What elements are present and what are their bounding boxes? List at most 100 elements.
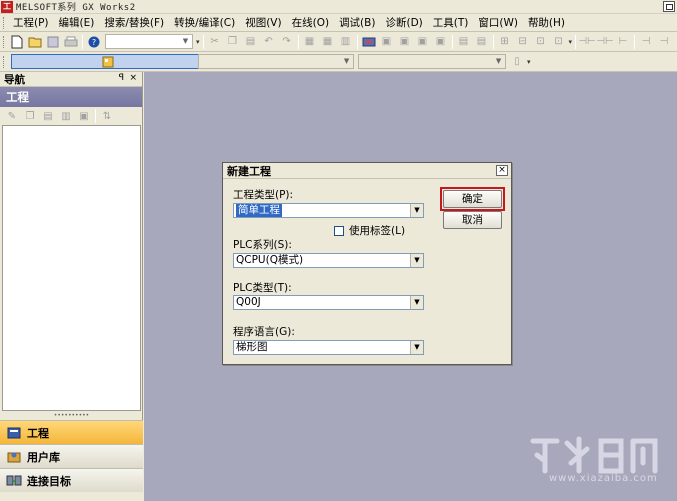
ladder-grid-icon[interactable]: ▦ (302, 34, 318, 50)
project-icon (6, 425, 22, 441)
toolbar-grip[interactable] (3, 55, 6, 68)
user-library-icon (6, 449, 22, 465)
standard-toolbar: ? ▼ ▾ ✂ ❐ ▤ ↶ ↷ ▦ ▦ ▥ ▣ ▣ ▣ ▣ ▤ ▤ ⊞ ⊟ ⊡ … (0, 32, 677, 52)
read-from-plc-icon[interactable]: ▣ (379, 34, 395, 50)
plc-type-select[interactable]: Q00J ▼ (233, 295, 424, 310)
menu-online[interactable]: 在线(O) (287, 14, 334, 32)
toolbar-combo-box[interactable]: ▼ (105, 34, 193, 49)
write-to-plc-icon[interactable] (361, 34, 377, 50)
navigation-section-title: 工程 (0, 87, 142, 107)
cancel-button[interactable]: 取消 (443, 211, 502, 229)
toolbar-separator (202, 34, 204, 49)
chevron-down-icon[interactable]: ▼ (410, 254, 423, 267)
ok-button[interactable]: 确定 (443, 190, 502, 208)
ladder-line-icon[interactable]: ▥ (338, 34, 354, 50)
menu-diagnostics[interactable]: 诊断(D) (380, 14, 427, 32)
nav-tab-label: 连接目标 (27, 474, 71, 488)
device-batch-icon[interactable]: ▤ (474, 34, 490, 50)
monitor-stop-icon[interactable]: ▣ (433, 34, 449, 50)
statement-icon[interactable]: ⊡ (551, 34, 567, 50)
navigation-pane: 导航 ꟼ × 工程 ✎ ❐ ▤ ▥ ▣ ⇅ •••••••••• 工程 用户库 … (0, 72, 143, 501)
print-icon[interactable] (63, 34, 79, 50)
nav-tab-label: 工程 (27, 426, 49, 440)
delete-data-icon[interactable]: ▥ (58, 108, 74, 124)
copy-data-icon[interactable]: ❐ (22, 108, 38, 124)
menu-project[interactable]: 工程(P) (8, 14, 54, 32)
program-language-select[interactable]: 梯形图 ▼ (233, 340, 424, 355)
toolbar-overflow-icon[interactable]: ▾ (527, 58, 531, 66)
nav-tab-project[interactable]: 工程 (0, 420, 143, 444)
toolbar-overflow-icon[interactable]: ▾ (569, 38, 573, 46)
function-alt-icon[interactable]: ⊣ (656, 34, 672, 50)
toolbar-overflow-icon[interactable]: ▾ (196, 38, 200, 46)
contact-parallel-icon[interactable]: ⊣⊢ (596, 34, 613, 50)
sort-icon[interactable]: ⇅ (99, 108, 115, 124)
menu-view[interactable]: 视图(V) (240, 14, 286, 32)
menu-window[interactable]: 窗口(W) (473, 14, 523, 32)
nav-tab-connection-target[interactable]: 连接目标 (0, 468, 143, 492)
menu-convert-compile[interactable]: 转换/编译(C) (169, 14, 240, 32)
new-data-icon[interactable]: ✎ (4, 108, 20, 124)
ladder-edit-icon[interactable]: ⊞ (497, 34, 513, 50)
nav-tab-user-library[interactable]: 用户库 (0, 444, 143, 468)
use-label-checkbox[interactable] (334, 225, 344, 236)
menu-help[interactable]: 帮助(H) (523, 14, 570, 32)
copy-icon[interactable]: ❐ (225, 34, 241, 50)
menu-tool[interactable]: 工具(T) (428, 14, 474, 32)
paste-icon[interactable]: ▤ (243, 34, 259, 50)
toolbar-grip[interactable] (3, 35, 6, 48)
redo-icon[interactable]: ↷ (279, 34, 295, 50)
pin-icon[interactable]: ꟼ (119, 73, 124, 83)
verify-plc-icon[interactable]: ▣ (397, 34, 413, 50)
plc-type-label: PLC类型(T): (233, 282, 292, 294)
title-bar: 工 MELSOFT系列 GX Works2 (0, 0, 677, 14)
project-tree[interactable] (2, 125, 141, 411)
toolbar-combo-box-left[interactable]: ▼ (198, 54, 355, 69)
monitor-icon[interactable]: ▣ (415, 34, 431, 50)
project-type-select[interactable]: 简单工程 ▼ (233, 203, 424, 218)
toolbar-separator (492, 34, 494, 49)
cut-icon[interactable]: ✂ (207, 34, 223, 50)
menubar-grip[interactable] (3, 16, 6, 29)
comment-icon[interactable]: ⊡ (533, 34, 549, 50)
undo-icon[interactable]: ↶ (261, 34, 277, 50)
chevron-down-icon[interactable]: ▼ (410, 204, 423, 217)
toolbar-separator (634, 34, 636, 49)
chevron-down-icon[interactable]: ▼ (410, 341, 423, 354)
ladder-edit-alt-icon[interactable]: ⊟ (515, 34, 531, 50)
program-language-label: 程序语言(G): (233, 326, 295, 338)
contact-icon[interactable]: ⊣⊢ (578, 34, 595, 50)
toolbar-separator (95, 109, 96, 123)
ladder-grid-alt-icon[interactable]: ▦ (320, 34, 336, 50)
dialog-close-button[interactable]: × (496, 165, 508, 176)
menu-debug[interactable]: 调试(B) (334, 14, 380, 32)
menu-find-replace[interactable]: 搜索/替换(F) (99, 14, 169, 32)
plc-series-select[interactable]: QCPU(Q模式) ▼ (233, 253, 424, 268)
open-folder-icon[interactable] (27, 34, 43, 50)
toolbar-separator (297, 34, 299, 49)
project-view-icon[interactable] (11, 54, 202, 69)
paste-data-icon[interactable]: ▤ (40, 108, 56, 124)
close-icon[interactable]: × (129, 73, 137, 83)
save-icon[interactable] (45, 34, 61, 50)
help-icon[interactable]: ? (86, 34, 102, 50)
project-type-label: 工程类型(P): (233, 189, 294, 201)
program-toolbar: ☰ ▭ Dev Dev Dev Dev ▾ ⚲ ▾ ? ▼ ▼ ▯ ▾ (0, 52, 677, 72)
watermark-url: www.xiazaiba.com (549, 473, 658, 484)
function-icon[interactable]: ⊣ (638, 34, 654, 50)
new-project-dialog: 新建工程 × 工程类型(P): 简单工程 ▼ 使用标签(L) PLC系列(S):… (222, 162, 512, 365)
toolbar-combo-box-right[interactable]: ▼ (358, 54, 507, 69)
new-file-icon[interactable] (9, 34, 25, 50)
coil-icon[interactable]: ⊢ (615, 34, 631, 50)
property-icon[interactable]: ▣ (76, 108, 92, 124)
device-icon[interactable]: ▤ (456, 34, 472, 50)
menu-edit[interactable]: 编辑(E) (54, 14, 100, 32)
navigation-toolbar: ✎ ❐ ▤ ▥ ▣ ⇅ (0, 107, 142, 125)
restore-window-button[interactable] (663, 1, 675, 12)
navigation-splitter[interactable]: •••••••••• (0, 413, 143, 419)
use-label-row[interactable]: 使用标签(L) (334, 223, 405, 238)
chevron-down-icon[interactable]: ▼ (410, 296, 423, 309)
plc-series-label: PLC系列(S): (233, 239, 292, 251)
document-icon[interactable]: ▯ (509, 54, 525, 70)
toolbar-separator (575, 34, 577, 49)
